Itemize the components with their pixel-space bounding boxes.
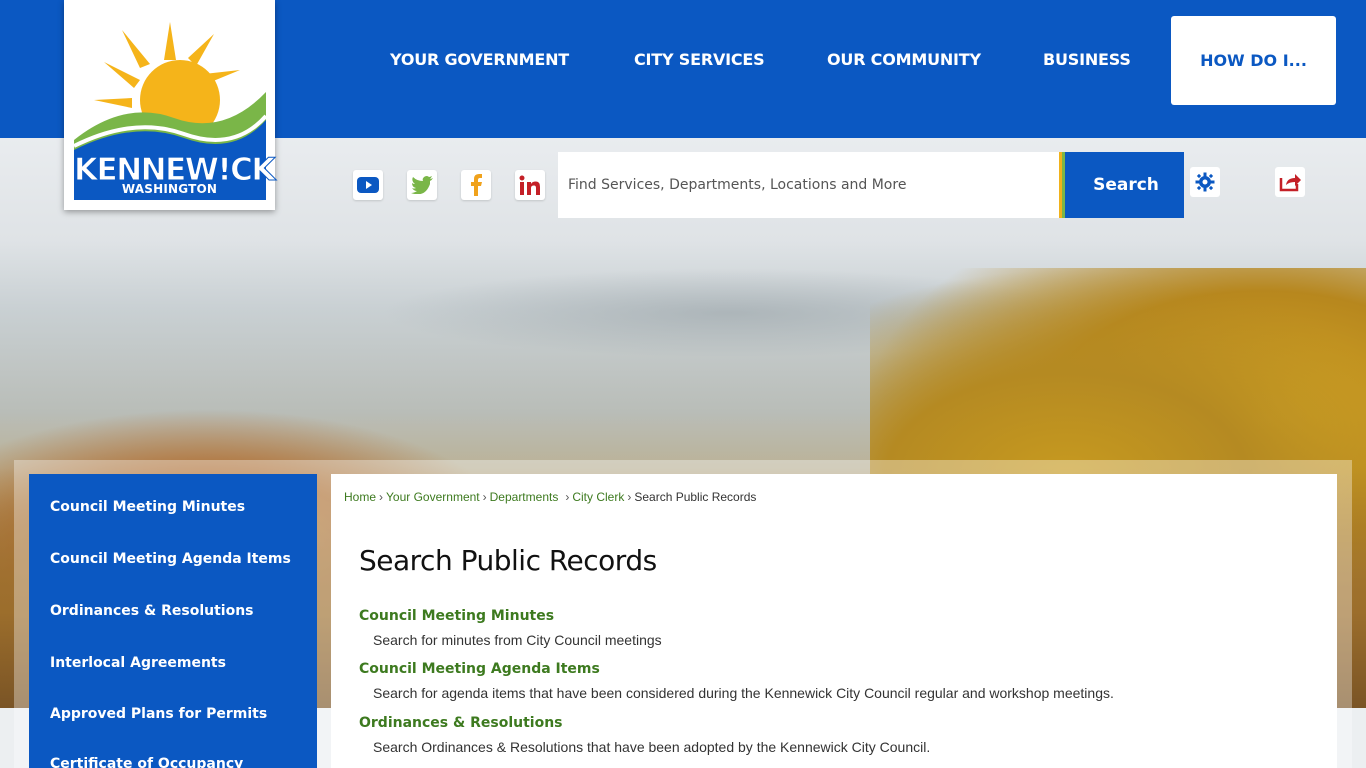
nav-business[interactable]: BUSINESS [1043, 50, 1131, 69]
record-description: Search Ordinances & Resolutions that hav… [373, 739, 931, 755]
nav-how-do-i[interactable]: HOW DO I... [1171, 16, 1336, 105]
breadcrumb-separator: › [379, 490, 384, 504]
breadcrumb-city-clerk[interactable]: City Clerk [572, 490, 624, 504]
record-link-ordinances-resolutions[interactable]: Ordinances & Resolutions [359, 715, 563, 731]
main-content: Home › Your Government › Departments › City Cl… [331, 474, 1337, 768]
logo-subtitle: WASHINGTON [121, 182, 218, 196]
facebook-icon[interactable] [461, 170, 491, 200]
twitter-icon[interactable] [407, 170, 437, 200]
sidebar-item-council-meeting-minutes[interactable]: Council Meeting Minutes [50, 499, 245, 515]
gear-icon[interactable] [1190, 167, 1220, 197]
sidebar-item-certificate-of-occupancy[interactable]: Certificate of Occupancy [50, 756, 243, 768]
sidebar-item-council-meeting-agenda-items[interactable]: Council Meeting Agenda Items [50, 551, 291, 567]
breadcrumb-separator: › [482, 490, 487, 504]
search-input[interactable] [558, 152, 1060, 218]
nav-city-services[interactable]: CITY SERVICES [634, 50, 765, 69]
page-title: Search Public Records [359, 544, 657, 577]
breadcrumb-separator: › [565, 490, 570, 504]
breadcrumb-separator: › [627, 490, 632, 504]
search-box [558, 152, 1060, 218]
sidebar-item-interlocal-agreements[interactable]: Interlocal Agreements [50, 655, 226, 671]
breadcrumb-current: Search Public Records [634, 490, 757, 504]
breadcrumb-home[interactable]: Home [344, 490, 376, 504]
sidebar-nav: Council Meeting Minutes Council Meeting … [29, 474, 317, 768]
breadcrumb: Home › Your Government › Departments › City Cl… [344, 490, 756, 504]
record-link-council-meeting-minutes[interactable]: Council Meeting Minutes [359, 608, 554, 624]
sidebar-item-ordinances-resolutions[interactable]: Ordinances & Resolutions [50, 603, 254, 619]
city-logo[interactable]: KENNEW!CK WASHINGTON [64, 0, 276, 210]
nav-our-community[interactable]: OUR COMMUNITY [827, 50, 981, 69]
sidebar-item-approved-plans-for-permits[interactable]: Approved Plans for Permits [50, 706, 267, 722]
record-description: Search for agenda items that have been c… [373, 685, 1114, 701]
linkedin-icon[interactable] [515, 170, 545, 200]
search-button[interactable]: Search [1068, 152, 1184, 218]
youtube-icon[interactable] [353, 170, 383, 200]
breadcrumb-your-government[interactable]: Your Government [386, 490, 480, 504]
breadcrumb-departments[interactable]: Departments [490, 490, 559, 504]
record-description: Search for minutes from City Council mee… [373, 632, 662, 648]
search-accent-stripe [1059, 152, 1068, 218]
nav-your-government[interactable]: YOUR GOVERNMENT [390, 50, 569, 69]
record-link-council-meeting-agenda-items[interactable]: Council Meeting Agenda Items [359, 661, 600, 677]
share-icon[interactable] [1275, 167, 1305, 197]
